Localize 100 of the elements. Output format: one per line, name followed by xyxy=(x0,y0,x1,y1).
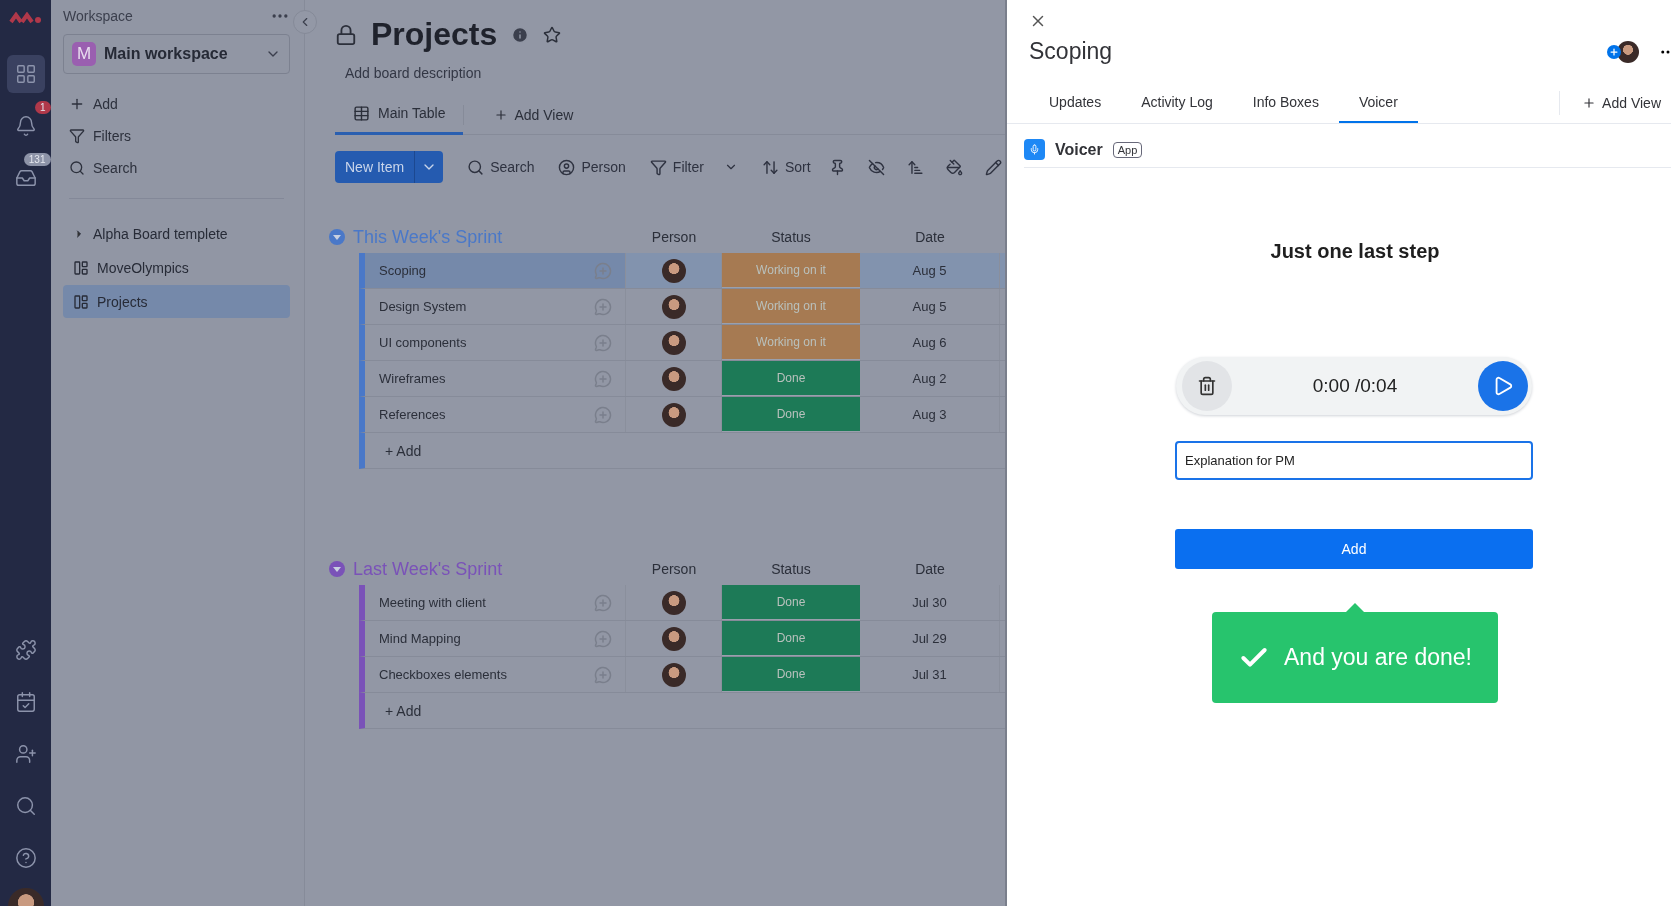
person-avatar[interactable] xyxy=(661,294,686,319)
filter-icon xyxy=(69,128,85,144)
column-header: Date xyxy=(914,561,946,577)
mic-glyph-icon xyxy=(1029,144,1040,155)
board-item[interactable]: Projects xyxy=(63,285,290,318)
item-name: Mind Mapping xyxy=(379,631,461,646)
plus-icon xyxy=(69,96,85,112)
trash-icon xyxy=(1197,376,1217,396)
invite-icon[interactable] xyxy=(14,743,37,765)
hide-icon[interactable] xyxy=(867,158,885,176)
person-avatar[interactable] xyxy=(661,662,686,687)
date-cell[interactable]: Aug 6 xyxy=(860,325,1000,360)
column-header: Date xyxy=(914,229,946,245)
table-icon xyxy=(353,104,370,122)
inbox-count: 131 xyxy=(23,153,51,166)
filter-icon xyxy=(649,158,667,176)
sidebar-action[interactable]: Filters xyxy=(63,120,290,152)
date-cell[interactable]: Aug 5 xyxy=(860,289,1000,324)
view-tab[interactable]: Main Table xyxy=(335,94,464,135)
panel-tab[interactable]: Voicer xyxy=(1338,83,1418,123)
add-view-button[interactable]: Add View xyxy=(463,104,604,125)
help-icon[interactable] xyxy=(14,847,37,869)
board-icon xyxy=(73,259,89,276)
collapse-group-icon[interactable] xyxy=(329,561,345,577)
status-cell[interactable]: Done xyxy=(722,657,860,692)
item-title: Scoping xyxy=(1029,38,1113,65)
pencil-icon[interactable] xyxy=(984,158,1002,176)
search-icon xyxy=(467,158,485,176)
person-icon xyxy=(558,158,576,176)
column-header: Person xyxy=(650,229,698,245)
sidebar-action[interactable]: Search xyxy=(63,152,290,184)
column-header: Person xyxy=(650,561,698,577)
workspace-selector[interactable]: M Main workspace xyxy=(63,34,290,74)
inbox-icon[interactable] xyxy=(14,167,37,189)
plus-icon xyxy=(1582,96,1597,110)
logo-icon xyxy=(8,12,43,24)
status-cell[interactable]: Done xyxy=(722,361,860,396)
board-item[interactable]: MoveOlympics xyxy=(63,251,290,284)
step-heading: Just one last step xyxy=(1270,240,1440,263)
item-row[interactable]: References Done Aug 3 xyxy=(359,397,1005,433)
person-avatar[interactable] xyxy=(661,590,686,615)
play-button[interactable] xyxy=(1478,361,1528,411)
date-cell[interactable]: Jul 29 xyxy=(860,621,1000,656)
person-avatar[interactable] xyxy=(661,402,686,427)
plus-icon xyxy=(494,107,509,122)
status-cell[interactable]: Done xyxy=(722,397,860,432)
item-name: Checkboxes elements xyxy=(379,667,507,682)
date-cell[interactable]: Aug 5 xyxy=(860,253,1000,288)
add-button[interactable]: Add xyxy=(1175,529,1533,569)
column-header: Status xyxy=(770,561,812,577)
title-input[interactable]: Explanation for PM xyxy=(1175,441,1533,480)
date-cell[interactable]: Aug 3 xyxy=(860,397,1000,432)
item-row[interactable]: Checkboxes elements Done Jul 31 xyxy=(359,657,1005,693)
item-name: UI components xyxy=(379,335,467,350)
row-height-icon[interactable] xyxy=(906,158,924,176)
star-icon[interactable] xyxy=(543,25,562,44)
item-name: Wireframes xyxy=(379,371,446,386)
info-icon[interactable] xyxy=(511,25,530,44)
puzzle-icon[interactable] xyxy=(14,639,37,661)
sidebar-action[interactable]: Add xyxy=(63,88,290,120)
column-header: Status xyxy=(770,229,812,245)
board-title: Projects xyxy=(371,16,498,53)
search-icon[interactable] xyxy=(14,795,37,817)
plus-icon xyxy=(1609,46,1619,57)
status-cell[interactable]: Done xyxy=(722,585,860,620)
paint-bucket-icon[interactable] xyxy=(945,158,963,176)
board-icon xyxy=(73,293,89,310)
collapse-group-icon[interactable] xyxy=(329,229,345,245)
sort-icon xyxy=(761,158,779,176)
person-avatar[interactable] xyxy=(661,330,686,355)
item-name: Design System xyxy=(379,299,467,314)
board-item[interactable]: Alpha Board templete xyxy=(63,217,290,250)
app-tag: App xyxy=(1112,141,1143,158)
workspace-label: Workspace xyxy=(63,8,133,24)
grid-icon xyxy=(14,63,37,85)
panel-tab[interactable]: Info Boxes xyxy=(1232,83,1339,123)
workspace-grid-button[interactable] xyxy=(6,55,45,93)
toolbar-button[interactable]: Person xyxy=(558,158,626,176)
board-description[interactable]: Add board description xyxy=(345,65,1005,81)
add-view-button[interactable]: Add View xyxy=(1559,91,1671,115)
person-avatar[interactable] xyxy=(661,366,686,391)
toolbar-button[interactable]: Search xyxy=(467,158,535,176)
person-avatar[interactable] xyxy=(661,626,686,651)
panel-tab[interactable]: Updates xyxy=(1029,83,1122,123)
panel-tab[interactable]: Activity Log xyxy=(1121,83,1233,123)
date-cell[interactable]: Jul 30 xyxy=(860,585,1000,620)
calendar-icon[interactable] xyxy=(14,691,37,713)
bell-icon[interactable] xyxy=(14,115,37,137)
date-cell[interactable]: Aug 2 xyxy=(860,361,1000,396)
date-cell[interactable]: Jul 31 xyxy=(860,657,1000,692)
subscribers-avatar[interactable] xyxy=(1607,40,1639,63)
toolbar-button[interactable]: Filter xyxy=(649,158,738,176)
item-row[interactable]: Scoping Working on it Aug 5 xyxy=(359,253,1005,289)
status-cell[interactable]: Done xyxy=(722,621,860,656)
delete-button[interactable] xyxy=(1182,361,1232,411)
new-item-button[interactable]: New Item xyxy=(335,151,444,183)
item-name: Scoping xyxy=(379,263,426,278)
person-avatar[interactable] xyxy=(661,258,686,283)
toolbar-button[interactable]: Sort xyxy=(761,158,811,176)
item-name: Meeting with client xyxy=(379,595,486,610)
